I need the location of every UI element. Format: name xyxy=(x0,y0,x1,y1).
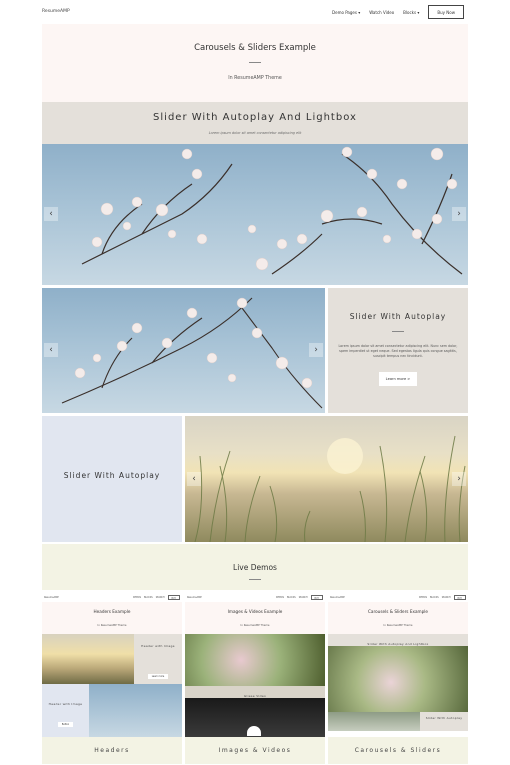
demo-buy-button: BUY xyxy=(167,595,180,600)
demo-nav-link: BLOCKS xyxy=(143,596,153,599)
nav-blocks-dropdown[interactable]: Blocks ▾ xyxy=(403,10,419,15)
nav-watch-video-link[interactable]: Watch Video xyxy=(369,10,394,15)
demo-flower-thumb xyxy=(185,634,325,686)
slider-autoplay-section: ‹ › Slider With Autoplay Lorem ipsum dol… xyxy=(42,288,468,413)
cherry-blossom-image xyxy=(81,146,463,275)
demo-blossom-thumb xyxy=(89,684,182,737)
page-content: Carousels & Sliders Example In ResumeAMP… xyxy=(42,24,468,764)
demo-slider-lower: Slider With Autoplay xyxy=(328,712,468,731)
demo-subtitle: In ResumeAMP Theme xyxy=(97,624,127,627)
beach-grass-illustration xyxy=(194,435,466,542)
demo-slider-lower-panel: Slider With Autoplay xyxy=(420,712,468,731)
demo-slider-lower-label: Slider With Autoplay xyxy=(425,716,463,720)
slider-autoplay-prev-icon[interactable]: ‹ xyxy=(44,343,58,357)
page-subtitle: In ResumeAMP Theme xyxy=(228,76,282,81)
slider-autoplay-beach-panel: Slider With Autoplay xyxy=(42,416,182,542)
slider-autoplay-title: Slider With Autoplay xyxy=(349,312,447,321)
demo-slider-thumb xyxy=(328,646,468,712)
demo-brand: ResumeAMP xyxy=(44,596,59,599)
demo-hero: Images & Videos Example In ResumeAMP The… xyxy=(185,602,325,634)
demo-slider-label: Slider With Autoplay And Lightbox xyxy=(367,642,429,646)
beach-slider-prev-icon[interactable]: ‹ xyxy=(187,472,201,486)
demo-card-carousels-sliders[interactable]: ResumeAMP DEMOS BLOCKS SEARCH BUY Carous… xyxy=(328,594,468,764)
slider-autoplay-beach-title: Slider With Autoplay xyxy=(63,471,161,480)
title-divider xyxy=(249,579,261,580)
demo-title: Carousels & Sliders Example xyxy=(368,609,428,614)
slider-lightbox-subtitle: Lorem ipsum dolor sit amet consectetur a… xyxy=(208,131,302,135)
demo-nav-link: DEMOS xyxy=(418,596,427,599)
demo-hero: Headers Example In ResumeAMP Theme xyxy=(42,602,182,634)
demo-preview-top: Header with Image Learn more xyxy=(42,634,182,684)
demo-card-headers[interactable]: ResumeAMP DEMOS BLOCKS SEARCH BUY Header… xyxy=(42,594,182,764)
demo-nav-links: DEMOS BLOCKS SEARCH BUY xyxy=(419,595,466,600)
learn-more-button[interactable]: Learn more > xyxy=(379,372,417,386)
demo-navbar: ResumeAMP DEMOS BLOCKS SEARCH BUY xyxy=(328,594,468,602)
demo-video-thumb xyxy=(185,698,325,737)
slider-lightbox-prev-icon[interactable]: ‹ xyxy=(44,207,58,221)
demo-slider-lower-thumb xyxy=(328,712,420,731)
demo-card-label[interactable]: Images & Videos xyxy=(185,737,325,764)
top-navbar: ResumeAMP Demo Pages ▾ Watch Video Block… xyxy=(0,0,510,24)
demo-panel-label: Header with Image xyxy=(141,644,175,648)
nav-demo-pages-dropdown[interactable]: Demo Pages ▾ xyxy=(332,10,360,15)
demo-lower-label: Header with Image xyxy=(48,702,83,706)
hero-section: Carousels & Sliders Example In ResumeAMP… xyxy=(42,24,468,102)
demo-preview-bottom: Header with Image Button xyxy=(42,684,182,737)
demo-subtitle: In ResumeAMP Theme xyxy=(240,624,270,627)
demo-header-panel: Header with Image Learn more xyxy=(134,634,182,684)
page-title: Carousels & Sliders Example xyxy=(194,43,316,53)
demo-cards: ResumeAMP DEMOS BLOCKS SEARCH BUY Header… xyxy=(42,594,468,764)
play-icon xyxy=(247,726,261,736)
demo-nav-links: DEMOS BLOCKS SEARCH BUY xyxy=(276,595,323,600)
demo-video-label-bar: Gliese Video xyxy=(185,686,325,698)
demo-nav-link: DEMOS xyxy=(132,596,141,599)
demo-nav-link: SEARCH xyxy=(155,596,165,599)
demo-buy-button: BUY xyxy=(310,595,323,600)
demo-card-images-videos[interactable]: ResumeAMP DEMOS BLOCKS SEARCH BUY Images… xyxy=(185,594,325,764)
demo-subtitle: In ResumeAMP Theme xyxy=(383,624,413,627)
title-divider xyxy=(392,331,404,332)
demo-navbar: ResumeAMP DEMOS BLOCKS SEARCH BUY xyxy=(185,594,325,602)
demo-brand: ResumeAMP xyxy=(187,596,202,599)
slider-autoplay-beach-section: Slider With Autoplay ‹ › xyxy=(42,416,468,542)
slider-autoplay-next-icon[interactable]: › xyxy=(309,343,323,357)
demo-nav-link: BLOCKS xyxy=(286,596,296,599)
demo-nav-link: SEARCH xyxy=(298,596,308,599)
slider-lightbox-header: Slider With Autoplay And Lightbox Lorem … xyxy=(42,102,468,144)
demo-beach-thumb xyxy=(42,634,134,684)
cherry-blossom-image xyxy=(61,297,323,409)
demo-title: Images & Videos Example xyxy=(227,609,283,614)
brand-logo[interactable]: ResumeAMP xyxy=(42,9,70,14)
beach-grass-image[interactable]: ‹ › xyxy=(185,416,468,542)
demo-buy-button: BUY xyxy=(453,595,466,600)
demo-hero: Carousels & Sliders Example In ResumeAMP… xyxy=(328,602,468,634)
slider-lightbox-next-icon[interactable]: › xyxy=(452,207,466,221)
demo-nav-links: DEMOS BLOCKS SEARCH BUY xyxy=(133,595,180,600)
demo-brand: ResumeAMP xyxy=(330,596,345,599)
demo-nav-link: BLOCKS xyxy=(429,596,439,599)
demo-slider-header: Slider With Autoplay And Lightbox xyxy=(328,634,468,646)
live-demos-title: Live Demos xyxy=(233,563,277,572)
demo-lower-button: Button xyxy=(57,722,74,727)
demo-navbar: ResumeAMP DEMOS BLOCKS SEARCH BUY xyxy=(42,594,182,602)
slider-autoplay-text: Lorem ipsum dolor sit amet consectetur a… xyxy=(338,344,458,359)
demo-nav-link: SEARCH xyxy=(441,596,451,599)
slider-lightbox-title: Slider With Autoplay And Lightbox xyxy=(153,112,357,123)
beach-slider-next-icon[interactable]: › xyxy=(452,472,466,486)
slider-autoplay-panel: Slider With Autoplay Lorem ipsum dolor s… xyxy=(328,288,468,413)
demo-card-label[interactable]: Carousels & Sliders xyxy=(328,737,468,764)
title-divider xyxy=(249,62,261,63)
demo-lower-panel: Header with Image Button xyxy=(42,684,89,737)
demo-nav-link: DEMOS xyxy=(275,596,284,599)
buy-now-button[interactable]: Buy Now xyxy=(428,5,464,19)
demo-panel-button: Learn more xyxy=(147,674,169,679)
live-demos-section: Live Demos xyxy=(42,544,468,590)
demo-card-label[interactable]: Headers xyxy=(42,737,182,764)
nav-links: Demo Pages ▾ Watch Video Blocks ▾ Buy No… xyxy=(332,5,464,19)
demo-title: Headers Example xyxy=(93,609,131,614)
slider-lightbox-image[interactable]: ‹ › xyxy=(42,144,468,285)
slider-autoplay-image[interactable]: ‹ › xyxy=(42,288,325,413)
